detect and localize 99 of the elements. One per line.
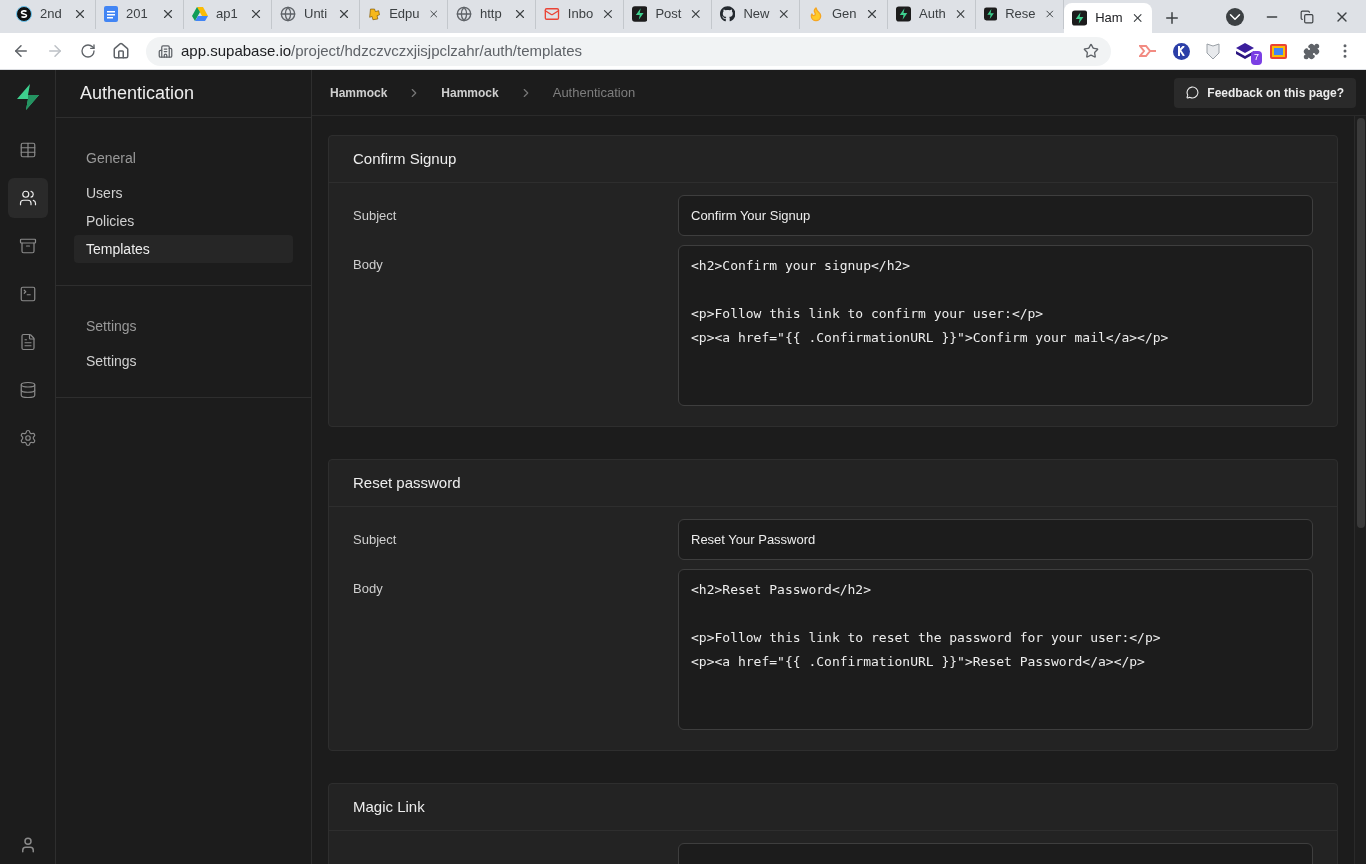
tab-title: Rese bbox=[1005, 5, 1036, 24]
tab-title: 2nd bbox=[40, 5, 63, 24]
browser-tab[interactable]: ap1 bbox=[184, 0, 272, 29]
close-icon[interactable] bbox=[427, 7, 439, 21]
sidebar-item[interactable]: Users bbox=[74, 179, 293, 207]
speech-bubble-icon bbox=[1186, 86, 1200, 99]
bolt-icon bbox=[632, 6, 648, 22]
mail-icon bbox=[544, 6, 560, 22]
tab-title: New bbox=[743, 5, 770, 24]
flame-icon bbox=[808, 6, 824, 22]
address-bar[interactable]: app.supabase.io/project/hdzczvczxjisjpclzahr/auth/templates bbox=[146, 36, 1111, 66]
section-heading: General bbox=[85, 149, 137, 168]
browser-tab[interactable]: Auth bbox=[888, 0, 976, 29]
bolt-icon bbox=[896, 6, 912, 22]
settings-icon bbox=[18, 429, 37, 447]
body-field[interactable]: <h2>Reset Password</h2> <p>Follow this link to reset the password for your user:</p> <p><a href="{{ .ConfirmationURL }}">Reset Password</a></p> bbox=[678, 569, 1313, 730]
archive-icon bbox=[18, 237, 37, 255]
tab-title: Post bbox=[655, 5, 682, 24]
tab-title: Edpu bbox=[389, 5, 420, 24]
bolt-logo-icon[interactable] bbox=[14, 84, 41, 110]
puzzle-icon bbox=[368, 6, 382, 22]
tab-title: Auth bbox=[919, 5, 946, 24]
close-icon[interactable] bbox=[513, 7, 527, 21]
section-heading: Settings bbox=[85, 317, 138, 336]
field-label: Body bbox=[353, 580, 384, 598]
breadcrumb[interactable]: Hammock bbox=[441, 83, 499, 102]
field-label: Subject bbox=[353, 207, 398, 225]
close-icon[interactable] bbox=[777, 7, 791, 21]
browser-tab[interactable]: Ham bbox=[1064, 3, 1152, 33]
document-icon bbox=[18, 333, 37, 351]
close-icon[interactable] bbox=[1043, 7, 1055, 21]
extension-cube-icon[interactable] bbox=[1236, 43, 1254, 59]
tab-search-icon[interactable] bbox=[1226, 7, 1244, 26]
terminal-icon bbox=[18, 285, 37, 303]
card-title: Reset password bbox=[353, 472, 461, 493]
browser-tab[interactable]: Edpu bbox=[360, 0, 448, 29]
feedback-button[interactable]: Feedback on this page? bbox=[1174, 77, 1356, 108]
close-icon[interactable] bbox=[337, 7, 351, 21]
browser-tab[interactable]: Rese bbox=[976, 0, 1064, 29]
card-title: Confirm Signup bbox=[353, 148, 457, 169]
body-field[interactable]: <h2>Confirm your signup</h2> <p>Follow this link to confirm your user:</p> <p><a href="{{ .ConfirmationURL }}">Confirm your mail</a></p> bbox=[678, 245, 1313, 406]
tab-title: ap1 bbox=[216, 5, 239, 24]
users-icon bbox=[18, 189, 37, 207]
browser-tab[interactable]: http bbox=[448, 0, 536, 29]
restore-icon[interactable] bbox=[1300, 9, 1314, 24]
github-icon bbox=[720, 6, 736, 22]
close-icon[interactable] bbox=[249, 7, 263, 21]
field-label: Subject bbox=[353, 531, 398, 549]
browser-tab[interactable]: Unti bbox=[272, 0, 360, 29]
browser-tab[interactable]: Post bbox=[624, 0, 712, 29]
browser-tab[interactable]: Inbo bbox=[536, 0, 624, 29]
close-icon[interactable] bbox=[601, 7, 615, 21]
close-icon[interactable] bbox=[73, 7, 87, 21]
home-icon[interactable] bbox=[112, 42, 130, 60]
shield-icon[interactable] bbox=[1206, 42, 1220, 60]
globe-icon bbox=[456, 6, 472, 22]
tab-title: Inbo bbox=[567, 5, 594, 24]
tab-title: http bbox=[480, 5, 503, 24]
sidebar-item[interactable]: Settings bbox=[74, 347, 293, 375]
browser-tab[interactable]: Gen bbox=[800, 0, 888, 29]
back-icon[interactable] bbox=[12, 42, 30, 60]
circle-s-icon bbox=[16, 6, 32, 22]
site-info-icon[interactable] bbox=[158, 43, 173, 59]
tab-title: Gen bbox=[832, 5, 857, 24]
document-icon bbox=[104, 6, 118, 22]
triangle-icon bbox=[192, 7, 208, 21]
browser-tab[interactable]: New bbox=[712, 0, 800, 29]
close-icon[interactable] bbox=[689, 7, 703, 21]
close-icon[interactable] bbox=[865, 7, 879, 21]
field-label: Body bbox=[353, 256, 384, 274]
breadcrumb: Authentication bbox=[552, 83, 636, 102]
url-text: app.supabase.io/project/hdzczvczxjisjpclzahr/auth/templates bbox=[181, 40, 584, 61]
tab-title: 201 bbox=[126, 5, 149, 24]
extension-k-icon[interactable] bbox=[1173, 42, 1190, 60]
bookmark-star-icon[interactable] bbox=[1083, 43, 1099, 59]
tab-title: Unti bbox=[304, 5, 329, 24]
nav-rail-item[interactable] bbox=[7, 178, 48, 218]
breadcrumb[interactable]: Hammock bbox=[330, 83, 388, 102]
extension-palette-icon[interactable] bbox=[1270, 43, 1287, 59]
bolt-icon bbox=[1072, 10, 1088, 26]
card-title: Magic Link bbox=[353, 796, 425, 817]
sidebar-title: Authentication bbox=[80, 82, 195, 105]
subject-field[interactable]: Reset Your Password bbox=[678, 519, 1313, 560]
tab-title: Ham bbox=[1095, 9, 1123, 28]
database-icon bbox=[18, 381, 37, 399]
browser-tab[interactable]: 201 bbox=[96, 0, 184, 29]
reload-icon[interactable] bbox=[80, 43, 96, 59]
sidebar-item[interactable]: Policies bbox=[74, 207, 293, 235]
subject-field[interactable]: Confirm Your Signup bbox=[678, 195, 1313, 236]
bolt-icon bbox=[984, 6, 998, 22]
scrollbar[interactable] bbox=[1354, 116, 1366, 864]
browser-tab[interactable]: 2nd bbox=[8, 0, 96, 29]
new-tab-icon[interactable] bbox=[1163, 9, 1181, 27]
extension-badge: 7 bbox=[1251, 51, 1262, 65]
sidebar-item[interactable]: Templates bbox=[74, 235, 293, 263]
globe-icon bbox=[280, 6, 296, 22]
close-icon[interactable] bbox=[161, 7, 175, 21]
extensions-icon[interactable] bbox=[1303, 42, 1320, 60]
table-icon bbox=[18, 141, 37, 159]
